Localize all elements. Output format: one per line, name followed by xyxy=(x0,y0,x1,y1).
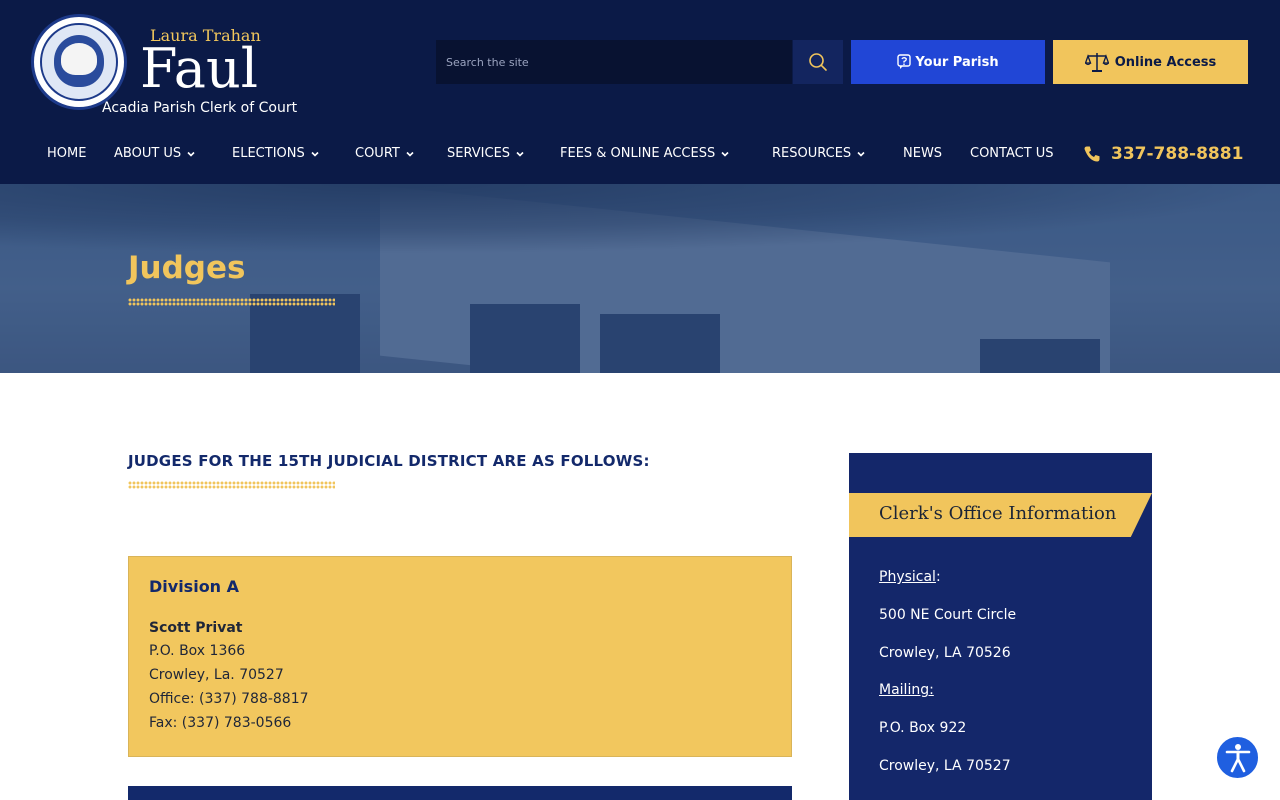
nav-home-label: HOME xyxy=(47,146,87,161)
division-card-next xyxy=(128,786,792,800)
search-button[interactable] xyxy=(793,40,843,84)
scales-icon xyxy=(1084,53,1109,72)
judge-address-line1: P.O. Box 1366 xyxy=(149,643,246,659)
mailing-address-line1: P.O. Box 922 xyxy=(879,720,967,736)
judges-intro-heading: JUDGES FOR THE 15TH JUDICIAL DISTRICT AR… xyxy=(128,452,650,470)
nav-resources[interactable]: RESOURCES xyxy=(772,146,866,161)
online-access-button[interactable]: Online Access xyxy=(1053,40,1248,84)
nav-contact-us[interactable]: CONTACT US xyxy=(970,146,1054,161)
site-header: Laura Trahan Faul Acadia Parish Clerk of… xyxy=(0,0,1280,184)
accessibility-button[interactable] xyxy=(1215,735,1260,780)
search-input[interactable] xyxy=(436,40,792,84)
nav-services-label: SERVICES xyxy=(447,146,511,161)
page-title: Judges xyxy=(128,250,246,286)
nav-elections[interactable]: ELECTIONS xyxy=(232,146,320,161)
sidebar-title: Clerk's Office Information xyxy=(879,503,1117,524)
judge-name: Scott Privat xyxy=(149,620,243,636)
chevron-down-icon xyxy=(857,151,865,157)
chevron-down-icon xyxy=(406,151,414,157)
chevron-down-icon xyxy=(311,151,319,157)
physical-address-label: Physical xyxy=(879,569,936,585)
your-parish-label: Your Parish xyxy=(915,54,999,70)
physical-address-line1: 500 NE Court Circle xyxy=(879,607,1017,623)
phone-icon xyxy=(1084,146,1100,162)
nav-court-label: COURT xyxy=(355,146,400,161)
nav-news-label: NEWS xyxy=(903,146,943,161)
nav-contact-us-label: CONTACT US xyxy=(970,146,1054,161)
accessibility-icon xyxy=(1225,743,1250,772)
nav-resources-label: RESOURCES xyxy=(772,146,852,161)
physical-label-colon: : xyxy=(936,569,941,585)
sidebar-title-banner: Clerk's Office Information xyxy=(849,493,1152,537)
online-access-label: Online Access xyxy=(1114,54,1217,70)
phone-link[interactable]: 337-788-8881 xyxy=(1083,144,1243,164)
nav-about-us[interactable]: ABOUT US xyxy=(114,146,196,161)
logo-subtitle[interactable]: Acadia Parish Clerk of Court xyxy=(102,100,297,116)
nav-fees-label: FEES & ONLINE ACCESS xyxy=(560,146,716,161)
logo-last-name[interactable]: Faul xyxy=(140,38,258,100)
physical-label-text: Physical xyxy=(879,569,936,585)
clerk-seal-logo[interactable] xyxy=(31,14,127,110)
your-parish-button[interactable]: Your Parish xyxy=(851,40,1045,84)
nav-fees-online-access[interactable]: FEES & ONLINE ACCESS xyxy=(560,146,730,161)
nav-home[interactable]: HOME xyxy=(47,146,86,161)
division-title: Division A xyxy=(149,577,240,596)
judge-fax: Fax: (337) 783-0566 xyxy=(149,715,292,731)
chevron-down-icon xyxy=(187,151,195,157)
question-icon xyxy=(897,54,912,69)
pelican-icon xyxy=(61,43,97,75)
hero-banner: Judges xyxy=(0,184,1280,373)
mailing-address-label: Mailing: xyxy=(879,682,934,698)
title-dotted-underline xyxy=(128,298,335,306)
phone-number: 337-788-8881 xyxy=(1111,144,1244,164)
chevron-down-icon xyxy=(721,151,729,157)
nav-services[interactable]: SERVICES xyxy=(447,146,525,161)
intro-dotted-underline xyxy=(128,481,335,489)
mailing-address-line2: Crowley, LA 70527 xyxy=(879,758,1011,774)
nav-about-us-label: ABOUT US xyxy=(114,146,182,161)
nav-elections-label: ELECTIONS xyxy=(232,146,305,161)
nav-court[interactable]: COURT xyxy=(355,146,415,161)
nav-news[interactable]: NEWS xyxy=(903,146,942,161)
search-icon xyxy=(809,53,827,71)
chevron-down-icon xyxy=(516,151,524,157)
judge-office-phone: Office: (337) 788-8817 xyxy=(149,691,309,707)
division-card: Division A Scott Privat P.O. Box 1366 Cr… xyxy=(128,556,792,757)
physical-address-line2: Crowley, LA 70526 xyxy=(879,645,1011,661)
judge-address-line2: Crowley, La. 70527 xyxy=(149,667,284,683)
